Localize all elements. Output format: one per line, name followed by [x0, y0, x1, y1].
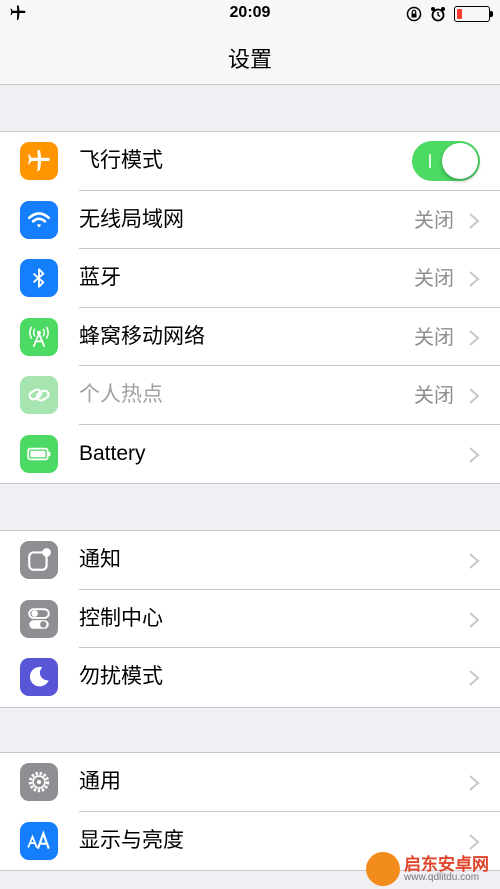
chevron-right-icon [469, 775, 480, 791]
settings-row-battery[interactable]: Battery [0, 425, 500, 484]
status-bar: 20:09 [0, 0, 500, 28]
settings-row-do-not-disturb[interactable]: 勿扰模式 [0, 648, 500, 707]
settings-row-general[interactable]: 通用 [0, 753, 500, 812]
settings-row-label: Battery [79, 441, 146, 465]
chevron-right-icon [469, 611, 480, 628]
navigation-bar: 设置 [0, 28, 500, 85]
settings-row-label: 蜂窝移动网络 [79, 324, 205, 348]
settings-row-label: 通用 [79, 770, 121, 793]
settings-row-label: 飞行模式 [79, 149, 163, 172]
settings-row-wifi[interactable]: 无线局域网 关闭 [0, 191, 500, 250]
alarm-icon [431, 7, 445, 22]
moon-icon [20, 658, 58, 696]
airplane-mode-toggle[interactable] [412, 141, 480, 181]
control-center-icon [20, 599, 58, 638]
chevron-right-icon [469, 329, 480, 346]
page-title: 设置 [227, 47, 272, 72]
settings-row-value: 关闭 [414, 268, 454, 290]
settings-row-label: 无线局域网 [79, 207, 184, 231]
chevron-right-icon [469, 833, 480, 850]
settings-row-personal-hotspot[interactable]: 个人热点 关闭 [0, 366, 500, 425]
watermark-url: www.qdlitdu.com [404, 871, 480, 883]
settings-row-label: 蓝牙 [79, 266, 121, 289]
settings-row-value: 关闭 [414, 209, 454, 232]
toggle-knob [442, 143, 478, 179]
chevron-right-icon [469, 212, 480, 229]
bluetooth-icon [20, 259, 58, 297]
chevron-right-icon [469, 446, 480, 463]
watermark: 启东安卓网 www.qdlitdu.com [366, 849, 500, 889]
settings-group-notifications: 通知 控制中心 勿扰模式 [0, 530, 500, 708]
settings-row-value: 关闭 [414, 326, 454, 349]
cellular-antenna-icon [20, 317, 58, 356]
watermark-title: 启东安卓网 [404, 854, 489, 874]
hotspot-link-icon [20, 376, 58, 414]
settings-row-label: 个人热点 [79, 383, 163, 406]
watermark-logo [366, 852, 400, 886]
settings-group-connectivity: 飞行模式 无线局域网 关闭 蓝牙 关闭 蜂窝移动网络 关闭 个人热点 关闭 Ba… [0, 131, 500, 484]
wifi-icon [20, 200, 58, 239]
battery-icon [20, 434, 58, 473]
text-size-icon [20, 821, 58, 860]
settings-row-bluetooth[interactable]: 蓝牙 关闭 [0, 249, 500, 308]
airplane-icon [20, 142, 58, 180]
notifications-icon [20, 541, 58, 579]
settings-row-notifications[interactable]: 通知 [0, 531, 500, 590]
chevron-right-icon [469, 553, 480, 569]
settings-row-control-center[interactable]: 控制中心 [0, 590, 500, 649]
chevron-right-icon [469, 271, 480, 287]
settings-row-label: 控制中心 [79, 606, 163, 630]
battery-indicator [454, 6, 493, 22]
chevron-right-icon [469, 670, 480, 686]
settings-row-label: 通知 [79, 548, 121, 571]
rotation-lock-icon [406, 6, 422, 22]
settings-row-label: 显示与亮度 [79, 828, 184, 852]
settings-row-label: 勿扰模式 [79, 665, 163, 688]
toggle-on-mark [429, 154, 431, 168]
gear-icon [20, 763, 58, 801]
settings-row-airplane-mode[interactable]: 飞行模式 [0, 132, 500, 191]
chevron-right-icon [469, 388, 480, 404]
settings-row-value: 关闭 [414, 385, 454, 407]
settings-row-cellular[interactable]: 蜂窝移动网络 关闭 [0, 308, 500, 367]
